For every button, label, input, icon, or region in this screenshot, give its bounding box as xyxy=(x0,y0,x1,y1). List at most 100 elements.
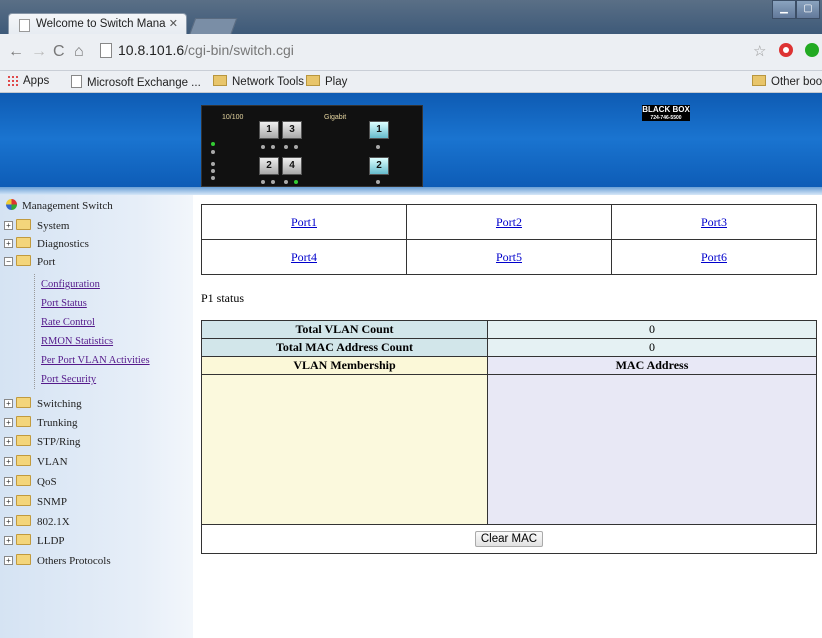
page-icon xyxy=(19,19,30,32)
folder-icon xyxy=(16,495,31,506)
url-host: 10.8.101.6 xyxy=(118,42,185,58)
vlan-count-value: 0 xyxy=(487,320,817,339)
expand-icon: + xyxy=(4,239,13,248)
port-led xyxy=(284,145,288,149)
folder-icon xyxy=(16,397,31,408)
bookmark-exchange[interactable]: Microsoft Exchange ... xyxy=(71,75,201,89)
extension-stop-icon[interactable] xyxy=(779,43,793,57)
port-led xyxy=(294,145,298,149)
folder-open-icon xyxy=(16,255,31,266)
sidebar-item-qos[interactable]: + QoS xyxy=(4,475,57,488)
mac-count-label: Total MAC Address Count xyxy=(201,338,488,357)
bookmark-play[interactable]: Play xyxy=(306,75,347,88)
bookmarks-bar: Apps Microsoft Exchange ... Network Tool… xyxy=(0,71,822,93)
sidebar-item-switching[interactable]: + Switching xyxy=(4,397,82,410)
speed-label: 10/100 xyxy=(222,114,244,121)
sidebar-link-rate-control[interactable]: Rate Control xyxy=(41,317,95,328)
minimize-icon[interactable]: ▁ xyxy=(772,0,796,19)
tree-connector xyxy=(34,274,35,389)
port-cell: Port4 xyxy=(201,239,407,275)
port-indicator[interactable]: 4 xyxy=(282,157,302,175)
port1-link[interactable]: Port1 xyxy=(291,215,317,229)
expand-icon: + xyxy=(4,517,13,526)
bookmark-other[interactable]: Other book xyxy=(752,75,822,88)
extension-icon[interactable] xyxy=(805,43,819,57)
expand-icon: + xyxy=(4,437,13,446)
folder-icon xyxy=(213,75,227,86)
sidebar-item-trunking[interactable]: + Trunking xyxy=(4,416,78,429)
port5-link[interactable]: Port5 xyxy=(496,250,522,264)
tree-root[interactable]: Management Switch xyxy=(6,199,113,212)
sidebar-link-port-status[interactable]: Port Status xyxy=(41,298,87,309)
page-icon xyxy=(100,43,112,58)
port4-link[interactable]: Port4 xyxy=(291,250,317,264)
forward-icon[interactable]: → xyxy=(31,43,47,61)
sidebar-item-snmp[interactable]: + SNMP xyxy=(4,495,67,508)
bookmark-apps[interactable]: Apps xyxy=(7,75,49,87)
port-cell: Port3 xyxy=(611,204,817,240)
port-selector-table: Port1 Port2 Port3 Port4 Port5 Port6 xyxy=(201,204,817,275)
black-box-logo: BLACK BOX 724-746-5500 xyxy=(642,105,690,121)
port-indicator[interactable]: 2 xyxy=(259,157,279,175)
status-led xyxy=(211,176,215,180)
vlan-membership-list[interactable] xyxy=(201,374,488,525)
reload-icon[interactable]: C xyxy=(53,43,65,61)
sidebar-item-others-protocols[interactable]: + Others Protocols xyxy=(4,554,111,567)
management-switch-icon xyxy=(6,199,17,210)
expand-icon: + xyxy=(4,536,13,545)
port6-link[interactable]: Port6 xyxy=(701,250,727,264)
sidebar-link-configuration[interactable]: Configuration xyxy=(41,279,100,290)
gigabit-label: Gigabit xyxy=(324,114,347,121)
home-icon[interactable]: ⌂ xyxy=(74,43,84,61)
browser-tab[interactable]: Welcome to Switch Mana ✕ xyxy=(8,13,187,35)
port-led xyxy=(261,180,265,184)
sidebar-link-rmon-statistics[interactable]: RMON Statistics xyxy=(41,336,113,347)
mac-count-value: 0 xyxy=(487,338,817,357)
collapse-icon: − xyxy=(4,257,13,266)
expand-icon: + xyxy=(4,556,13,565)
clear-mac-button[interactable]: Clear MAC xyxy=(474,531,544,547)
folder-icon xyxy=(16,534,31,545)
sidebar-item-system[interactable]: + System xyxy=(4,219,69,232)
sidebar-link-per-port-vlan[interactable]: Per Port VLAN Activities xyxy=(41,355,150,366)
port-led xyxy=(376,145,380,149)
sidebar-item-diagnostics[interactable]: + Diagnostics xyxy=(4,237,89,250)
back-icon[interactable]: ← xyxy=(8,43,24,61)
expand-icon: + xyxy=(4,399,13,408)
page-icon xyxy=(71,75,82,88)
gig-port-indicator[interactable]: 2 xyxy=(369,157,389,175)
bookmark-star-icon[interactable]: ☆ xyxy=(753,42,766,60)
folder-icon xyxy=(16,435,31,446)
vlan-count-label: Total VLAN Count xyxy=(201,320,488,339)
sidebar-item-stp-ring[interactable]: + STP/Ring xyxy=(4,435,80,448)
port2-link[interactable]: Port2 xyxy=(496,215,522,229)
switch-front-panel: 10/100 Gigabit 1 3 2 4 1 2 xyxy=(201,105,423,187)
close-icon[interactable]: ✕ xyxy=(169,17,178,30)
gig-port-indicator[interactable]: 1 xyxy=(369,121,389,139)
sidebar-item-8021x[interactable]: +802.1X xyxy=(4,515,70,528)
clear-mac-cell: Clear MAC xyxy=(201,524,817,554)
browser-titlebar: Welcome to Switch Mana ✕ ▁ ▢ xyxy=(0,0,822,36)
status-led xyxy=(211,150,215,154)
folder-icon xyxy=(16,455,31,466)
port3-link[interactable]: Port3 xyxy=(701,215,727,229)
port-status-table: Total VLAN Count 0 Total MAC Address Cou… xyxy=(201,320,817,554)
address-bar[interactable]: 10.8.101.6/cgi-bin/switch.cgi xyxy=(94,40,734,62)
mac-address-list[interactable] xyxy=(487,374,817,525)
folder-icon xyxy=(16,219,31,230)
expand-icon: + xyxy=(4,457,13,466)
sidebar-link-port-security[interactable]: Port Security xyxy=(41,374,96,385)
bookmark-network-tools[interactable]: Network Tools xyxy=(213,75,304,88)
port-cell: Port5 xyxy=(406,239,612,275)
sidebar-item-lldp[interactable]: + LLDP xyxy=(4,534,65,547)
sidebar-item-port[interactable]: − Port xyxy=(4,255,55,268)
port-indicator[interactable]: 1 xyxy=(259,121,279,139)
port-led xyxy=(284,180,288,184)
sidebar-item-vlan[interactable]: + VLAN xyxy=(4,455,68,468)
port-indicator[interactable]: 3 xyxy=(282,121,302,139)
folder-icon xyxy=(306,75,320,86)
port-led xyxy=(271,145,275,149)
port-led xyxy=(271,180,275,184)
maximize-icon[interactable]: ▢ xyxy=(796,0,820,19)
apps-icon xyxy=(7,75,18,86)
